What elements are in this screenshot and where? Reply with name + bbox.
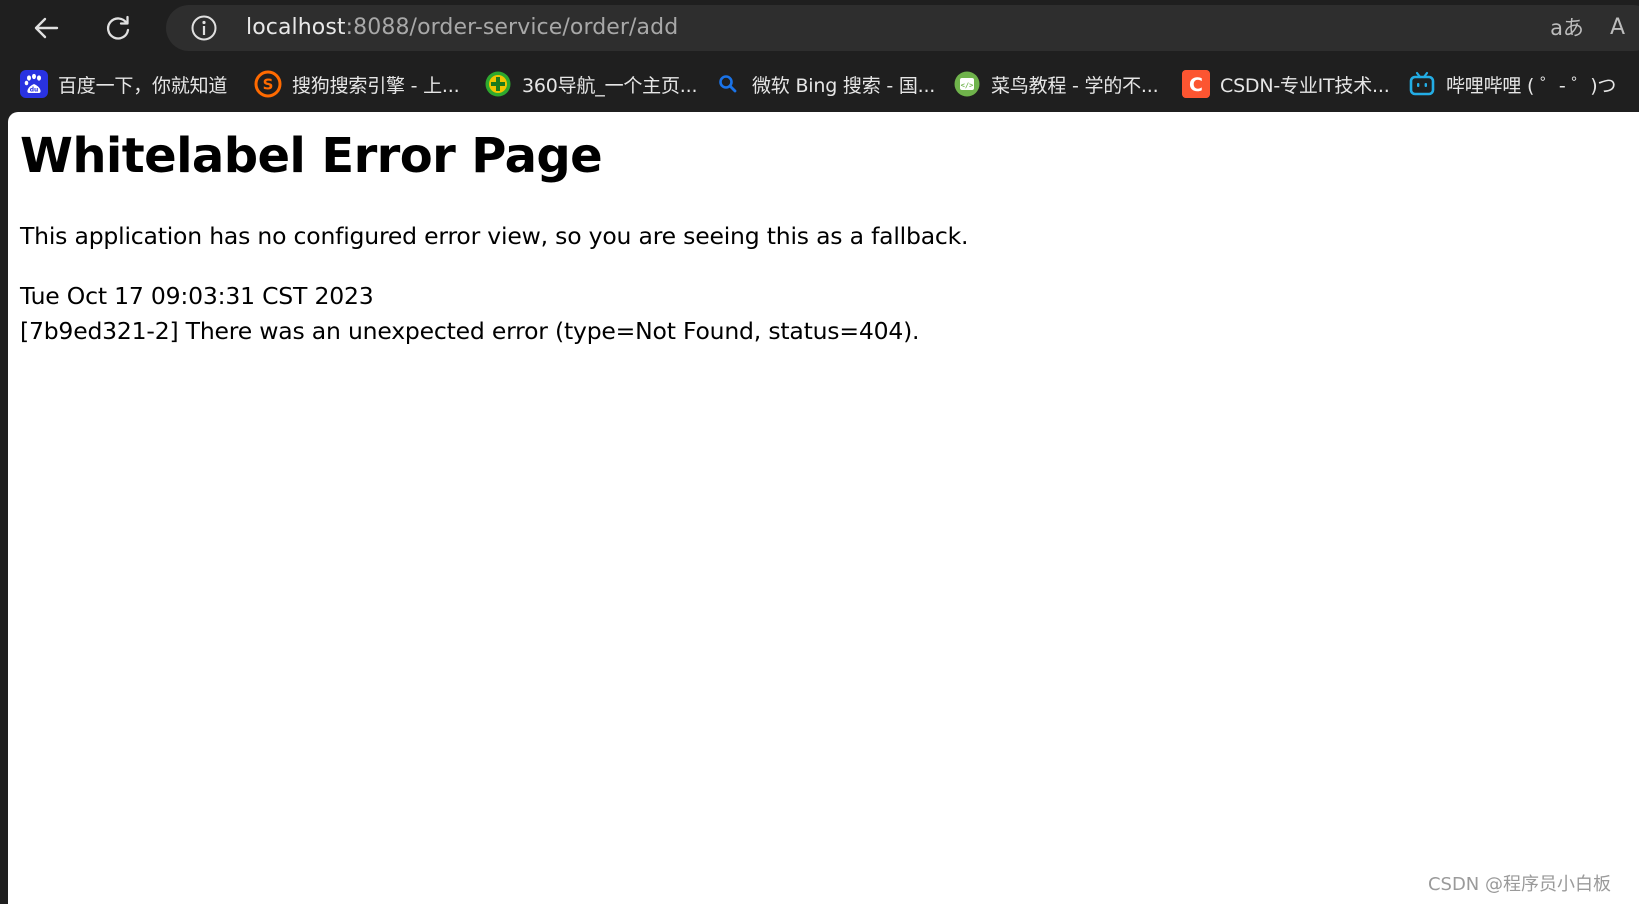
url-path: :8088/order-service/order/add — [345, 15, 679, 40]
error-description: This application has no configured error… — [20, 222, 969, 250]
back-button[interactable] — [24, 6, 68, 50]
favorite-label: 微软 Bing 搜索 - 国... — [752, 74, 936, 97]
favorite-item-sogou[interactable]: S 搜狗搜索引擎 - 上... — [254, 66, 460, 102]
favorite-label: CSDN-专业IT技术... — [1220, 74, 1390, 97]
bing-search-icon — [714, 70, 742, 98]
favorite-item-360[interactable]: 360导航_一个主页... — [484, 66, 697, 102]
svg-text:C: C — [1189, 74, 1203, 96]
back-arrow-icon — [32, 14, 60, 42]
refresh-icon — [104, 14, 132, 42]
favorite-label: 菜鸟教程 - 学的不... — [991, 74, 1159, 97]
baidu-icon: du — [20, 70, 48, 98]
360-icon — [484, 70, 512, 98]
favorite-item-baidu[interactable]: du 百度一下，你就知道 — [20, 66, 227, 102]
error-message: [7b9ed321-2] There was an unexpected err… — [20, 317, 920, 345]
svg-text:du: du — [30, 87, 39, 94]
favorite-label: 哔哩哔哩 ( ゜- ゜)つ — [1446, 74, 1617, 97]
url-text[interactable]: localhost:8088/order-service/order/add — [246, 5, 678, 51]
favorite-label: 百度一下，你就知道 — [58, 74, 228, 97]
favorite-label: 搜狗搜索引擎 - 上... — [292, 74, 460, 97]
reader-mode-icon[interactable]: A — [1610, 12, 1639, 44]
favorite-item-csdn[interactable]: C CSDN-专业IT技术... — [1182, 66, 1390, 102]
browser-toolbar: localhost:8088/order-service/order/add a… — [0, 0, 1639, 56]
svg-text:S: S — [263, 76, 274, 94]
error-timestamp: Tue Oct 17 09:03:31 CST 2023 — [20, 282, 374, 310]
favorite-item-runoob[interactable]: </> 菜鸟教程 - 学的不... — [953, 66, 1159, 102]
favorite-item-bilibili[interactable]: 哔哩哔哩 ( ゜- ゜)つ — [1408, 66, 1616, 102]
info-icon[interactable] — [190, 14, 218, 42]
watermark: CSDN @程序员小白板 — [1427, 874, 1611, 895]
bilibili-icon — [1408, 70, 1436, 98]
svg-text:</>: </> — [961, 82, 974, 90]
address-bar[interactable]: localhost:8088/order-service/order/add a… — [166, 5, 1639, 51]
runoob-icon: </> — [953, 70, 981, 98]
url-host: localhost — [246, 15, 346, 40]
favorite-item-bing[interactable]: 微软 Bing 搜索 - 国... — [714, 66, 935, 102]
favorite-label: 360导航_一个主页... — [522, 74, 698, 97]
translate-icon[interactable]: aあ — [1550, 12, 1584, 44]
favorites-bar: du 百度一下，你就知道 S 搜狗搜索引擎 - 上... 360导航_一个主页.… — [0, 56, 1639, 112]
page-title: Whitelabel Error Page — [20, 128, 603, 184]
page-content: Whitelabel Error Page This application h… — [8, 112, 1639, 904]
csdn-icon: C — [1182, 70, 1210, 98]
refresh-button[interactable] — [96, 6, 140, 50]
sogou-icon: S — [254, 70, 282, 98]
